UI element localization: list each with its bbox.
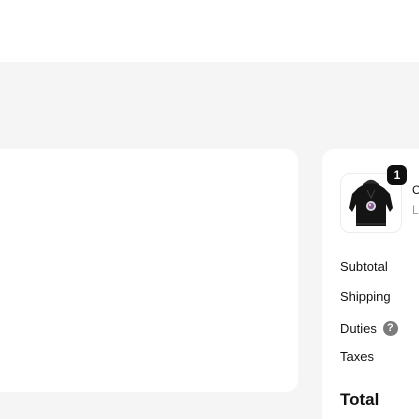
checkout-page: 1 C L Subtotal Shipping Duties ? Taxes T… <box>0 0 419 419</box>
product-name: C <box>412 183 419 195</box>
question-mark-help-icon[interactable]: ? <box>382 320 398 336</box>
checkout-form-panel <box>0 149 298 392</box>
product-variant: L <box>412 203 419 215</box>
total-label: Total <box>340 390 380 409</box>
duties-row: Duties ? <box>340 319 398 337</box>
taxes-label: Taxes <box>340 349 374 364</box>
cart-quantity-badge: 1 <box>387 165 407 185</box>
subtotal-label: Subtotal <box>340 259 388 274</box>
shipping-label: Shipping <box>340 289 391 304</box>
duties-label: Duties <box>340 320 377 336</box>
top-header <box>0 0 419 62</box>
